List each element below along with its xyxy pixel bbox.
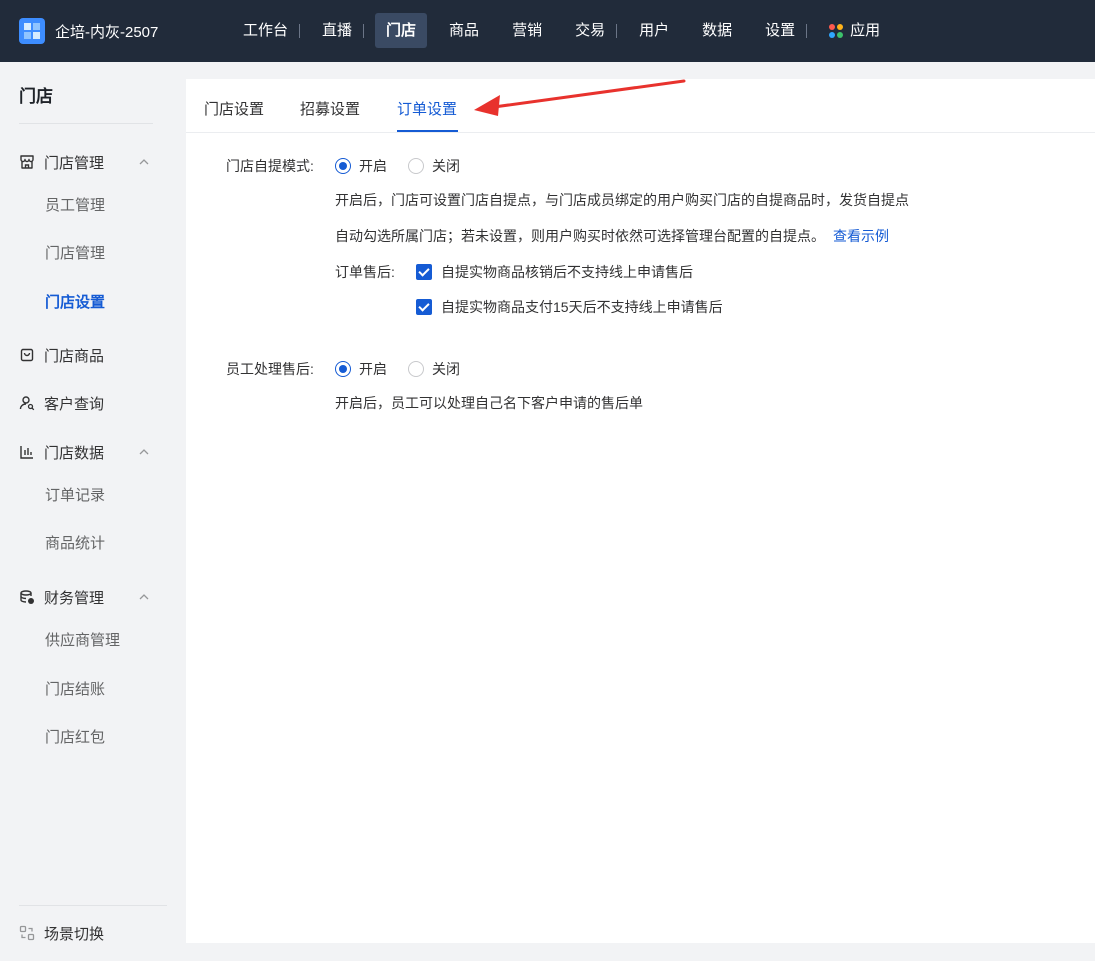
nav-divider	[363, 23, 365, 38]
nav-divider	[806, 23, 808, 38]
staff-after-sale-label: 员工处理售后:	[226, 361, 314, 377]
radio-label: 关闭	[432, 158, 460, 174]
sidebar-group-label: 门店数据	[44, 444, 105, 462]
topnav-label: 用户	[639, 22, 670, 39]
topnav-apps[interactable]: 应用	[818, 13, 891, 48]
sidebar-group-store-goods[interactable]: 门店商品	[19, 344, 150, 366]
radio-unchecked-icon	[408, 361, 424, 377]
scene-switch-label: 场景切换	[44, 925, 105, 943]
topnav-settings[interactable]: 设置	[754, 13, 806, 48]
apps-icon	[829, 23, 844, 38]
self-pickup-label: 门店自提模式:	[226, 158, 314, 174]
topnav-label: 应用	[850, 22, 881, 39]
topnav-label: 工作台	[243, 22, 289, 39]
topnav-users[interactable]: 用户	[628, 13, 680, 48]
topnav-label: 数据	[702, 22, 733, 39]
checkbox-label: 自提实物商品核销后不支持线上申请售后	[441, 264, 693, 280]
scene-switch-button[interactable]: 场景切换	[19, 922, 150, 944]
finance-icon	[19, 589, 35, 605]
bag-icon	[19, 347, 35, 363]
topnav-data[interactable]: 数据	[691, 13, 743, 48]
self-pickup-desc-text: 自动勾选所属门店；若未设置，则用户购买时依然可选择管理台配置的自提点。	[335, 228, 825, 244]
checkbox-label: 自提实物商品支付15天后不支持线上申请售后	[441, 299, 723, 315]
radio-label: 关闭	[432, 361, 460, 377]
sidebar-item-store-checkout[interactable]: 门店结账	[45, 678, 105, 699]
sidebar-group-store-management[interactable]: 门店管理	[19, 151, 150, 173]
topnav-label: 商品	[449, 22, 480, 39]
radio-unchecked-icon	[408, 158, 424, 174]
staff-after-sale-desc: 开启后，员工可以处理自己名下客户申请的售后单	[335, 395, 643, 411]
topnav-live[interactable]: 直播	[311, 13, 363, 48]
sidebar-group-label: 财务管理	[44, 589, 105, 607]
topnav-label: 直播	[322, 22, 353, 39]
after-sale-checkbox-15days[interactable]: 自提实物商品支付15天后不支持线上申请售后	[416, 297, 723, 317]
radio-label: 开启	[359, 158, 387, 174]
store-icon	[19, 154, 35, 170]
main-panel: 门店设置 招募设置 订单设置 门店自提模式: 开启 关闭 开启后，门店可设置门店…	[186, 79, 1095, 943]
topnav-goods[interactable]: 商品	[438, 13, 490, 48]
top-nav: 工作台 直播 门店 商品 营销 交易 用户 数据 设置 应用	[232, 13, 902, 48]
active-tab-indicator	[397, 130, 458, 132]
tab-recruit-settings[interactable]: 招募设置	[300, 98, 360, 119]
topnav-trade[interactable]: 交易	[564, 13, 616, 48]
self-pickup-on-radio[interactable]: 开启	[335, 156, 387, 176]
brand[interactable]: 企培-内灰-2507	[19, 17, 158, 45]
sidebar-title: 门店	[19, 87, 53, 106]
nav-divider	[616, 23, 618, 38]
shop-logo-icon	[19, 18, 45, 44]
tab-store-settings[interactable]: 门店设置	[204, 98, 264, 119]
user-search-icon	[19, 395, 35, 411]
shop-name: 企培-内灰-2507	[55, 23, 159, 41]
after-sale-label: 订单售后:	[335, 264, 395, 280]
sidebar-item-staff[interactable]: 员工管理	[45, 194, 105, 215]
radio-checked-icon	[335, 158, 351, 174]
tab-order-settings[interactable]: 订单设置	[397, 98, 457, 119]
sidebar-item-store-redpacket[interactable]: 门店红包	[45, 726, 105, 747]
sidebar: 门店 门店管理 员工管理 门店管理 门店设置 门店商品 客户查询 门店数据 订单…	[0, 62, 185, 961]
self-pickup-off-radio[interactable]: 关闭	[408, 156, 460, 176]
sidebar-item-suppliers[interactable]: 供应商管理	[45, 629, 120, 650]
sidebar-group-label: 门店管理	[44, 154, 105, 172]
sidebar-group-store-data[interactable]: 门店数据	[19, 441, 150, 463]
self-pickup-desc-line2: 自动勾选所属门店；若未设置，则用户购买时依然可选择管理台配置的自提点。 查看示例	[335, 226, 889, 246]
sidebar-item-store-settings[interactable]: 门店设置	[45, 291, 105, 312]
radio-checked-icon	[335, 361, 351, 377]
view-example-link[interactable]: 查看示例	[833, 228, 889, 244]
chevron-up-icon	[138, 445, 150, 457]
sidebar-divider	[19, 123, 153, 124]
topnav-label: 门店	[386, 22, 417, 39]
chevron-up-icon	[138, 155, 150, 167]
sidebar-divider	[19, 905, 167, 906]
topnav-label: 交易	[575, 22, 606, 39]
sidebar-group-label: 门店商品	[44, 347, 105, 365]
topnav-workbench[interactable]: 工作台	[232, 13, 299, 48]
radio-label: 开启	[359, 361, 387, 377]
checkbox-checked-icon	[416, 264, 432, 280]
switch-icon	[19, 925, 35, 941]
topnav-label: 营销	[512, 22, 543, 39]
staff-after-sale-on-radio[interactable]: 开启	[335, 359, 387, 379]
chart-icon	[19, 444, 35, 460]
sidebar-group-customer-query[interactable]: 客户查询	[19, 392, 150, 414]
topnav-label: 设置	[765, 22, 796, 39]
top-bar: 企培-内灰-2507 工作台 直播 门店 商品 营销 交易 用户 数据 设置 应…	[0, 0, 1095, 62]
topnav-marketing[interactable]: 营销	[501, 13, 553, 48]
self-pickup-desc-line1: 开启后，门店可设置门店自提点，与门店成员绑定的用户购买门店的自提商品时，发货自提…	[335, 192, 909, 208]
sidebar-group-label: 客户查询	[44, 395, 105, 413]
topnav-store[interactable]: 门店	[375, 13, 428, 48]
after-sale-checkbox-verified[interactable]: 自提实物商品核销后不支持线上申请售后	[416, 262, 693, 282]
sidebar-item-goods-stats[interactable]: 商品统计	[45, 532, 105, 553]
annotation-arrow-icon	[474, 79, 686, 116]
staff-after-sale-off-radio[interactable]: 关闭	[408, 359, 460, 379]
chevron-up-icon	[138, 590, 150, 602]
sidebar-group-finance[interactable]: 财务管理	[19, 586, 150, 608]
sidebar-item-order-records[interactable]: 订单记录	[45, 484, 105, 505]
checkbox-checked-icon	[416, 299, 432, 315]
sidebar-item-store-manage[interactable]: 门店管理	[45, 242, 105, 263]
nav-divider	[299, 23, 301, 38]
